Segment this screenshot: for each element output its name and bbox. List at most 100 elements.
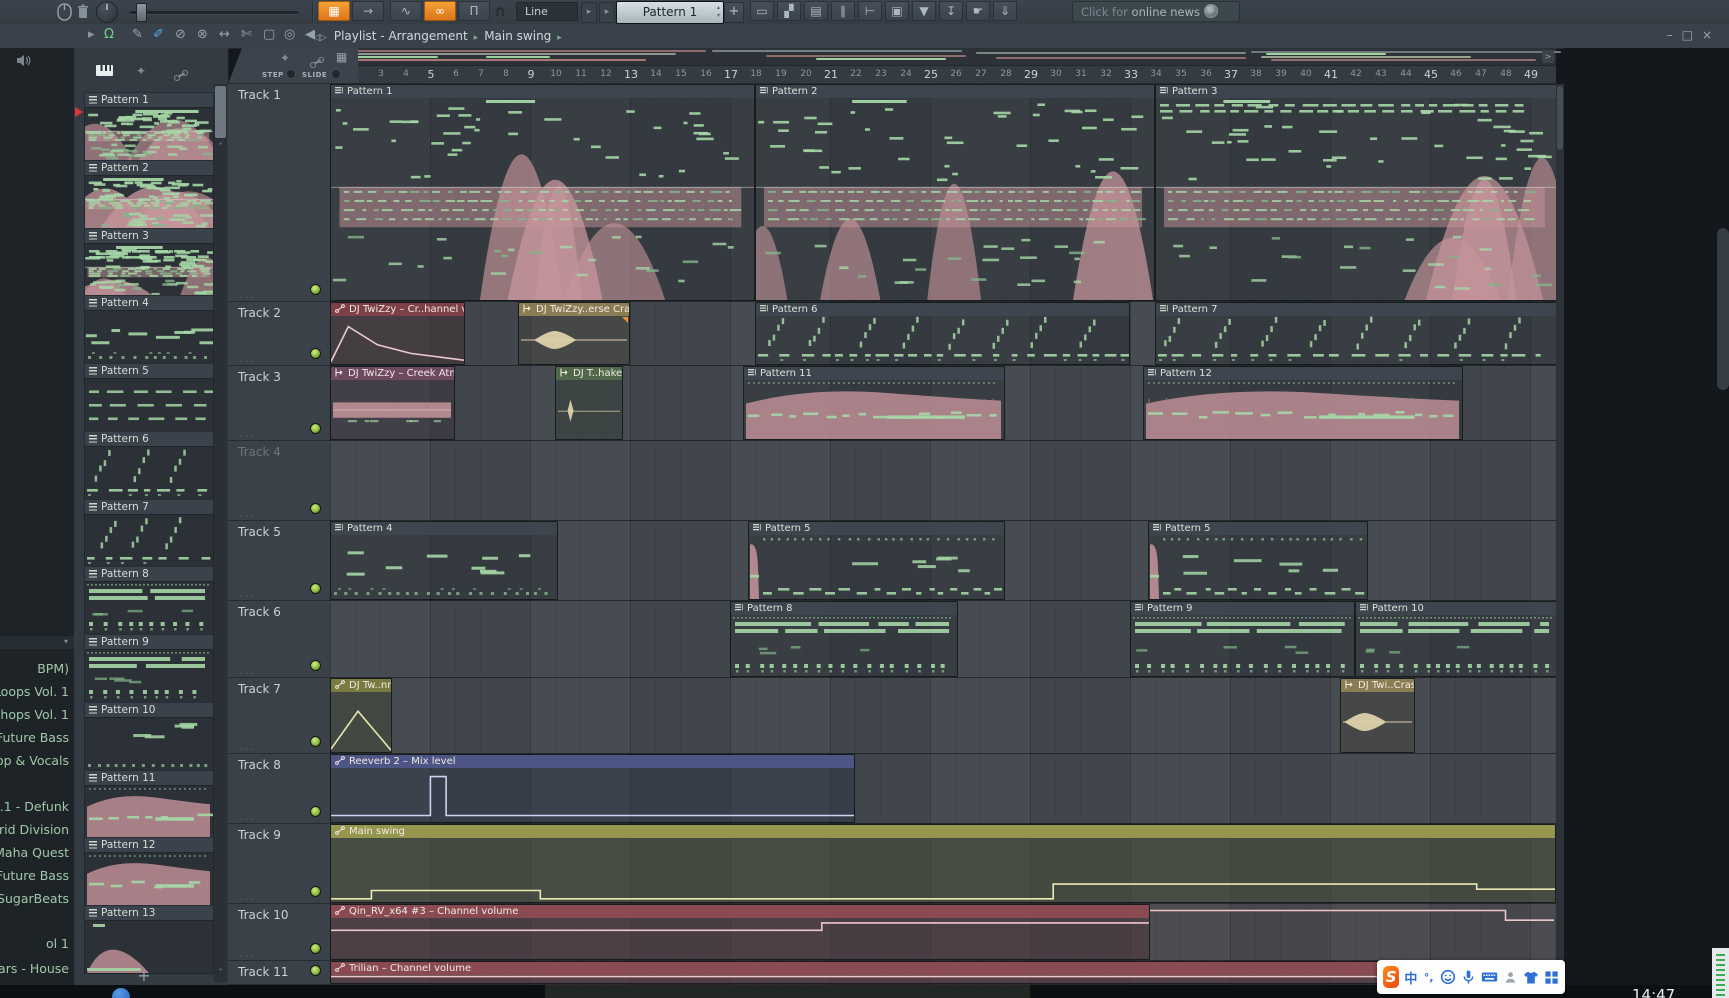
track-options[interactable]: ... bbox=[240, 589, 256, 600]
pattern-clip-pattern-5[interactable]: Pattern 5 bbox=[748, 521, 1005, 600]
pattern-clip-pattern-2[interactable]: Pattern 2 bbox=[755, 84, 1155, 301]
track-enable-led[interactable] bbox=[310, 806, 321, 817]
track-header-8[interactable]: Track 8... bbox=[228, 754, 330, 824]
link-to-controller-button[interactable]: ∞ bbox=[424, 1, 456, 21]
automation-clip-qin-rv-x64-3-channel-volume[interactable]: Qin_RV_x64 #3 – Channel volume bbox=[330, 904, 1150, 960]
slide-icon[interactable] bbox=[174, 70, 188, 81]
close-button[interactable]: × bbox=[1702, 28, 1721, 42]
track-header-5[interactable]: Track 5... bbox=[228, 521, 330, 601]
pattern-clip-pattern-10[interactable]: Pattern 10 bbox=[1355, 601, 1556, 677]
browser-item[interactable]: Grid Division bbox=[0, 822, 69, 837]
track-header-1[interactable]: Track 1... bbox=[228, 84, 330, 302]
playlist-vscrollbar[interactable] bbox=[1556, 84, 1564, 985]
pedestal-button[interactable]: Π bbox=[458, 1, 490, 21]
zoom-tool[interactable]: ◎ bbox=[284, 27, 295, 42]
soft-keyboard-icon[interactable] bbox=[1481, 969, 1498, 986]
track-options[interactable]: ... bbox=[240, 666, 256, 677]
track-header-10[interactable]: Track 10... bbox=[228, 904, 330, 961]
browser-section-header[interactable]: ▾ bbox=[0, 636, 74, 649]
pattern-clip-pattern-3[interactable]: Pattern 3 bbox=[1155, 84, 1556, 301]
track-enable-led[interactable] bbox=[310, 423, 321, 434]
pattern-card[interactable]: Pattern 3 bbox=[84, 228, 214, 297]
track-header-4[interactable]: Track 4... bbox=[228, 441, 330, 521]
pattern-card[interactable]: Pattern 12 bbox=[84, 837, 214, 906]
automation-clip-dj-tw-nning[interactable]: DJ Tw..nning bbox=[330, 678, 392, 753]
sogou-logo-icon[interactable]: S bbox=[1383, 966, 1399, 988]
pattern-card[interactable]: Pattern 9 bbox=[84, 634, 214, 703]
slip-tool[interactable]: ↔ bbox=[219, 27, 230, 42]
track-header-7[interactable]: Track 7... bbox=[228, 678, 330, 754]
select-tool[interactable]: ▢ bbox=[263, 27, 275, 42]
pattern-clip-pattern-11[interactable]: Pattern 11 bbox=[743, 366, 1005, 440]
pattern-clip-pattern-8[interactable]: Pattern 8 bbox=[730, 601, 958, 677]
track-name[interactable]: Track 2 bbox=[238, 306, 281, 320]
automation-clip[interactable] bbox=[1150, 904, 1556, 960]
track-name[interactable]: Track 7 bbox=[238, 682, 281, 696]
news-bar[interactable]: Click for online news bbox=[1072, 1, 1240, 22]
audio-clip-dj-twi-crash-2[interactable]: DJ Twi..Crash 2 bbox=[1340, 678, 1415, 753]
pattern-nav-arrow[interactable]: ▸ bbox=[599, 2, 615, 23]
plugin-picker-button[interactable]: ▼ bbox=[912, 1, 936, 21]
speaker-icon[interactable] bbox=[16, 52, 32, 71]
track-header-2[interactable]: Track 2... bbox=[228, 302, 330, 366]
headphones-icon[interactable]: ∩ bbox=[494, 2, 506, 20]
pitch-slider-thumb[interactable] bbox=[136, 3, 147, 22]
track-lane-4[interactable] bbox=[330, 441, 1556, 521]
pattern-clip-pattern-1[interactable]: Pattern 1 bbox=[330, 84, 755, 301]
playlist-grid[interactable]: Pattern 1Pattern 2Pattern 3 DJ TwiZzy – C… bbox=[330, 84, 1556, 985]
playlist-vscrollbar-thumb[interactable] bbox=[1557, 86, 1563, 150]
track-name[interactable]: Track 9 bbox=[238, 828, 281, 842]
snap-magnet[interactable]: Ω bbox=[104, 27, 114, 42]
audio-clip-dj-twizzy-creek-atmos[interactable]: DJ TwiZzy – Creek Atmos bbox=[330, 366, 455, 440]
wave-icon[interactable]: ✦ bbox=[280, 51, 290, 65]
browser-item[interactable]: Future Bass bbox=[0, 730, 69, 745]
browser-item[interactable]: - Maha Quest bbox=[0, 845, 69, 860]
pattern-mode-button[interactable]: ▦ bbox=[318, 1, 350, 21]
user-account-icon[interactable] bbox=[1503, 969, 1518, 986]
punctuation-icon[interactable]: °, bbox=[1422, 969, 1435, 986]
browser-window-button[interactable]: ⊢ bbox=[858, 1, 882, 21]
track-name[interactable]: Track 1 bbox=[238, 88, 281, 102]
detach-arrow[interactable]: ▸ bbox=[88, 27, 95, 42]
song-mode-button[interactable]: → bbox=[352, 1, 384, 21]
project-picker-button[interactable]: ▣ bbox=[885, 1, 909, 21]
slide-toggle[interactable] bbox=[331, 69, 341, 79]
track-name[interactable]: Track 8 bbox=[238, 758, 281, 772]
track-options[interactable]: ... bbox=[240, 354, 256, 365]
track-enable-led[interactable] bbox=[310, 965, 321, 976]
pattern-clip-pattern-5[interactable]: Pattern 5 bbox=[1148, 521, 1368, 600]
track-name[interactable]: Track 10 bbox=[238, 908, 288, 922]
track-options[interactable]: ... bbox=[240, 949, 256, 960]
browser-item[interactable]: Loops Vol. 1 bbox=[0, 684, 69, 699]
swing-button[interactable]: ∿ bbox=[390, 1, 422, 21]
timeline-ruler[interactable]: 2345678910111213141516171819202122232425… bbox=[330, 66, 1556, 84]
track-options[interactable]: ... bbox=[240, 290, 256, 301]
mouse-options-icon[interactable] bbox=[57, 3, 72, 25]
trash-icon[interactable] bbox=[77, 4, 89, 23]
typing-to-piano-button[interactable]: ☛ bbox=[966, 1, 990, 21]
piano-icon[interactable]: ▦ bbox=[336, 50, 347, 64]
track-enable-led[interactable] bbox=[310, 284, 321, 295]
track-enable-led[interactable] bbox=[310, 503, 321, 514]
track-name[interactable]: Track 6 bbox=[238, 605, 281, 619]
track-name[interactable]: Track 11 bbox=[238, 965, 288, 979]
paint-tool[interactable]: ✐ bbox=[153, 27, 164, 42]
track-enable-led[interactable] bbox=[310, 736, 321, 747]
track-header-3[interactable]: Track 3... bbox=[228, 366, 330, 441]
chinese-mode-icon[interactable]: 中 bbox=[1404, 969, 1417, 986]
pattern-clip-pattern-12[interactable]: Pattern 12 bbox=[1143, 366, 1463, 440]
browser-item[interactable]: - SugarBeats bbox=[0, 891, 69, 906]
browser-item[interactable]: ol.1 - Defunk bbox=[0, 799, 69, 814]
emoji-picker-icon[interactable] bbox=[1440, 969, 1456, 986]
browser-item[interactable]: Chops Vol. 1 bbox=[0, 707, 69, 722]
pattern-card[interactable]: Pattern 4 bbox=[84, 295, 214, 364]
track-options[interactable]: ... bbox=[240, 812, 256, 823]
browser-item[interactable]: tars - House bbox=[0, 961, 69, 976]
pattern-card[interactable]: Pattern 1 bbox=[84, 92, 214, 161]
pattern-selector[interactable]: Pattern 1 ▴▾ bbox=[616, 1, 724, 24]
audio-clip-dj-t-haker[interactable]: DJ T..haker bbox=[555, 366, 623, 440]
automation-clip-main-swing[interactable]: Main swing bbox=[330, 824, 1556, 903]
voice-input-icon[interactable] bbox=[1461, 969, 1476, 986]
pattern-card[interactable]: Pattern 13 bbox=[84, 905, 214, 974]
playlist-window-button[interactable]: ▭ bbox=[750, 1, 774, 21]
